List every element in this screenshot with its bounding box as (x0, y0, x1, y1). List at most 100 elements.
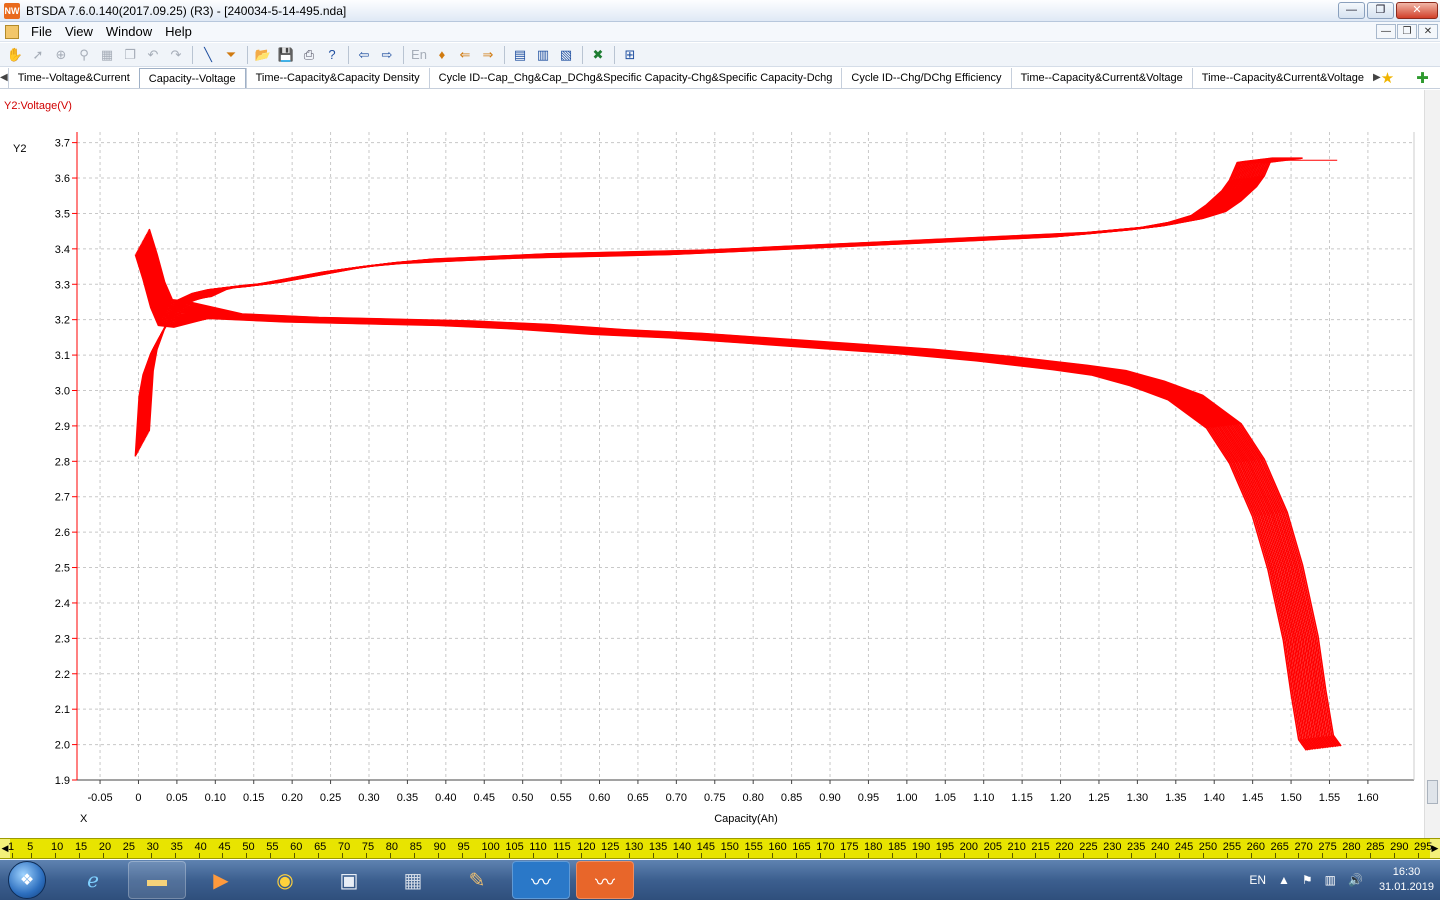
ruler-label: 5 (27, 841, 34, 853)
menu-view[interactable]: View (61, 24, 102, 39)
btsda-data-icon[interactable]: 〰 (576, 861, 634, 899)
ruler-label: 50 (242, 841, 255, 853)
capacity-voltage-chart[interactable]: 1.9 2.0 2.1 2.2 2.3 2.4 2.5 2.6 2.7 2.8 2.9 3.0 3.1 3… (0, 112, 1422, 838)
charge-curve (136, 160, 1273, 453)
tab-cycle-capacity[interactable]: Cycle ID--Cap_Chg&Cap_DChg&Specific Capa… (428, 68, 842, 88)
tab-cycle-efficiency[interactable]: Cycle ID--Chg/DChg Efficiency (841, 68, 1010, 88)
hand-icon[interactable]: ✋ (4, 45, 26, 65)
doc-close-icon[interactable]: ✕ (1418, 24, 1438, 39)
btsda-monitor-icon[interactable]: 〰 (512, 861, 570, 899)
media-player-icon[interactable]: ▶ (192, 861, 250, 899)
close-icon[interactable]: ✕ (1396, 2, 1438, 19)
pin-icon[interactable]: ♦ (431, 45, 453, 65)
tab-time-voltage-current[interactable]: Time--Voltage&Current (7, 68, 139, 88)
ruler-tick (12, 853, 13, 858)
undo-icon[interactable]: ↶ (142, 45, 164, 65)
charge-curve (139, 159, 1282, 447)
toolbar-separator (614, 45, 615, 64)
charge-curve (137, 160, 1277, 451)
ruler-label: 60 (290, 841, 303, 853)
tab-scroll-left-icon[interactable]: ◀ (0, 67, 8, 88)
ruler-tick (318, 853, 320, 858)
clock-date: 31.01.2019 (1378, 881, 1434, 893)
network-icon[interactable]: ▥ (1325, 873, 1336, 887)
btsda-app-icon[interactable]: NW (4, 2, 20, 19)
tab-time-capacity-current-voltage-2[interactable]: Time--Capacity&Current&Voltage (1191, 68, 1373, 88)
add-tab-icon[interactable]: ✚ (1416, 69, 1429, 87)
toolbar-separator (247, 45, 248, 64)
axes: 1.9 2.0 2.1 2.2 2.3 2.4 2.5 2.6 2.7 2.8 2.9 3.0 3.1 3… (55, 132, 1415, 804)
clock[interactable]: 16:30 31.01.2019 (1379, 865, 1434, 895)
calculator-icon[interactable]: ▦ (384, 861, 442, 899)
ruler-tick (796, 853, 798, 858)
paint-icon[interactable]: ✎ (448, 861, 506, 899)
grid-icon[interactable]: ▦ (96, 45, 118, 65)
table-view-icon[interactable]: ▧ (555, 45, 577, 65)
zoom-region-icon[interactable]: ⊕ (50, 45, 72, 65)
table-icon[interactable]: ▤ (509, 45, 531, 65)
language-indicator[interactable]: EN (1249, 873, 1266, 887)
help-icon[interactable]: ? (321, 45, 343, 65)
cycle-ruler[interactable]: ◀ ▶ 1 5 10 15 20 25 30 35 40 45 50 55 60 65 70 75 80 85 90… (0, 838, 1440, 859)
redo-icon[interactable]: ↷ (165, 45, 187, 65)
zoom-icon[interactable]: ⚲ (73, 45, 95, 65)
align-right-icon[interactable]: ⇒ (477, 45, 499, 65)
pointer-icon[interactable]: ➚ (27, 45, 49, 65)
menu-help[interactable]: Help (161, 24, 201, 39)
tab-time-capacity-density[interactable]: Time--Capacity&Capacity Density (245, 68, 429, 88)
series-group (134, 157, 1342, 751)
star-icon[interactable]: ★ (1381, 69, 1394, 87)
menu-file[interactable]: File (27, 24, 61, 39)
scrollbar-thumb[interactable] (1427, 780, 1438, 804)
virtualbox-icon[interactable]: ▣ (320, 861, 378, 899)
action-center-icon[interactable]: ⚑ (1302, 873, 1313, 887)
back-icon[interactable]: ⇦ (353, 45, 375, 65)
line-icon[interactable]: ╲ (197, 45, 219, 65)
ruler-label: 65 (314, 841, 327, 853)
qr-icon[interactable]: ⊞ (619, 45, 641, 65)
ruler-label: 270 (1294, 841, 1313, 853)
table-edit-icon[interactable]: ▥ (532, 45, 554, 65)
charge-curve (139, 160, 1280, 448)
ruler-label: 175 (840, 841, 859, 853)
vertical-scrollbar[interactable] (1424, 90, 1440, 838)
system-tray: EN ▲ ⚑ ▥ 🔊 16:30 31.01.2019 (1237, 860, 1434, 900)
x-tick-label: 0.55 (550, 792, 571, 804)
ruler-tick (1250, 853, 1252, 858)
tab-scroll-right-icon[interactable]: ▶ (1373, 67, 1381, 88)
language-icon[interactable]: En (408, 45, 430, 65)
x-tick-label: 0.90 (819, 792, 840, 804)
minimize-icon[interactable]: — (1338, 2, 1365, 19)
ruler-tick (1202, 853, 1204, 858)
forward-icon[interactable]: ⇨ (376, 45, 398, 65)
print-icon[interactable]: ⎙ (298, 45, 320, 65)
x-tick-label: 0.70 (666, 792, 687, 804)
align-left-icon[interactable]: ⇐ (454, 45, 476, 65)
discharge-curve (143, 237, 1331, 748)
restore-icon[interactable]: ❐ (1367, 2, 1394, 19)
filter-icon[interactable]: ⏷ (220, 45, 242, 65)
document-icon[interactable] (5, 24, 19, 39)
menu-window[interactable]: Window (102, 24, 161, 39)
doc-minimize-icon[interactable]: — (1376, 24, 1396, 39)
ruler-tick (246, 853, 248, 858)
clock-time: 16:30 (1392, 866, 1421, 878)
start-orb-icon[interactable]: ❖ (8, 861, 46, 899)
excel-icon[interactable]: ✖ (587, 45, 609, 65)
x-tick-label: -0.05 (88, 792, 113, 804)
file-explorer-icon[interactable]: ▬ (128, 861, 186, 899)
ruler-label: 20 (98, 841, 112, 853)
tray-expand-icon[interactable]: ▲ (1278, 873, 1290, 887)
open-folder-icon[interactable]: 📂 (252, 45, 274, 65)
internet-explorer-icon[interactable]: ℯ (64, 861, 122, 899)
copy-icon[interactable]: ❐ (119, 45, 141, 65)
save-icon[interactable]: 💾 (275, 45, 297, 65)
chrome-icon[interactable]: ◉ (256, 861, 314, 899)
tab-time-capacity-current-voltage[interactable]: Time--Capacity&Current&Voltage (1010, 68, 1192, 88)
toolbar-separator (582, 45, 583, 64)
volume-icon[interactable]: 🔊 (1348, 873, 1363, 887)
ruler-label: 205 (983, 841, 1002, 853)
tab-capacity-voltage[interactable]: Capacity--Voltage (138, 68, 246, 88)
ruler-tick (1011, 853, 1013, 858)
doc-restore-icon[interactable]: ❐ (1397, 24, 1417, 39)
